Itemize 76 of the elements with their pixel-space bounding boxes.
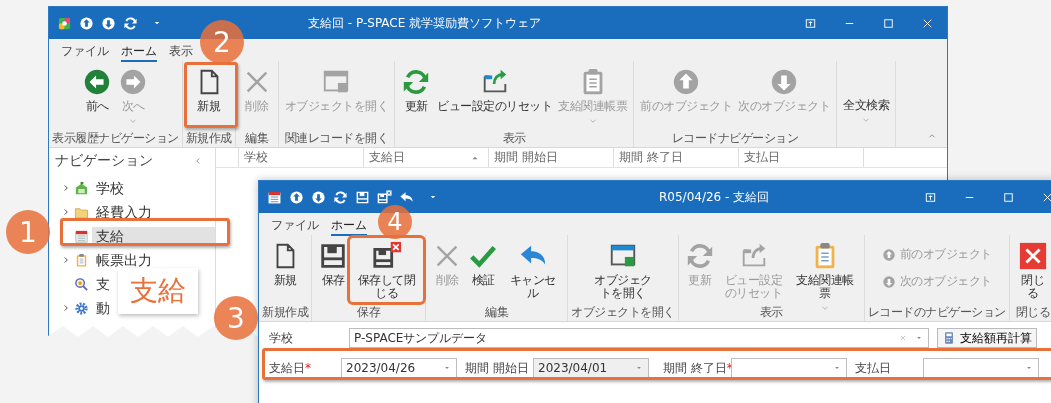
refresh-icon [401, 67, 431, 97]
window-title: R05/04/26 - 支給回 [659, 188, 770, 206]
column-title: 学校 [244, 149, 268, 166]
ribbon-button[interactable]: オブジェクトを開く [586, 239, 659, 301]
refresh-icon[interactable] [333, 189, 348, 205]
column-header[interactable]: 支払日 [739, 148, 864, 167]
step-badge: 1 [6, 210, 50, 254]
group-label: 編集 [485, 304, 509, 321]
ribbon-button[interactable]: 新規 [267, 239, 303, 301]
save-close-icon [371, 241, 402, 271]
ribbon-button[interactable]: 検証 [465, 239, 502, 301]
gear-icon [74, 300, 89, 316]
column-header[interactable]: 支給日 [364, 148, 489, 167]
ribbon-button[interactable]: 保存して閉じる [351, 239, 423, 301]
save-close-icon[interactable] [377, 189, 392, 205]
ribbon-button[interactable]: キャンセル [501, 239, 565, 301]
close-icon [1017, 241, 1048, 271]
group-label: 表示 [502, 130, 526, 147]
magnifier-coin-icon [74, 276, 89, 292]
column-header[interactable]: 期間 終了日 [614, 148, 739, 167]
column-header[interactable]: 期間 開始日 [489, 148, 614, 167]
column-title: 期間 終了日 [619, 149, 683, 166]
field-label: 支給日* [269, 359, 312, 377]
group-label: 閉じる [1015, 304, 1051, 321]
refresh-icon[interactable] [123, 15, 138, 31]
ribbon-tab[interactable]: 表示 [169, 43, 193, 60]
ribbon-button[interactable]: 前へ [79, 65, 116, 127]
ribbon-tab[interactable]: ファイル [271, 217, 319, 234]
column-title: 期間 開始日 [494, 149, 558, 166]
field-label: 期間 開始日 [464, 359, 530, 377]
column-header[interactable]: 学校 [239, 148, 364, 167]
navigation-item[interactable]: 支 [92, 275, 114, 293]
calculator-icon [942, 331, 956, 345]
group-label: レコードナビゲーション [671, 130, 799, 147]
column-title: 支給日 [369, 149, 405, 166]
ribbon-button[interactable]: ビュー設定のリセット [434, 65, 555, 127]
field-label: 支払日 [854, 359, 892, 377]
group-label: オブジェクトを開く [571, 304, 675, 321]
calendar-icon [74, 228, 89, 244]
navigation-item[interactable]: 学校 [92, 179, 128, 197]
navigation-item[interactable]: 動 [92, 299, 114, 317]
group-label: 新規作成 [262, 304, 308, 321]
ribbon-button[interactable]: 支給関連帳票 [789, 239, 861, 301]
ribbon-tab[interactable]: ファイル [61, 43, 109, 60]
save-icon[interactable] [355, 189, 370, 205]
ribbon-button[interactable]: 新規 [190, 65, 227, 127]
group-label: 編集 [245, 130, 268, 147]
ribbon-tab[interactable]: ホーム [121, 43, 157, 62]
group-label: 表示 [759, 304, 783, 321]
date-field[interactable] [731, 358, 847, 378]
group-label: 保存 [357, 304, 381, 321]
ribbon-button[interactable]: 閉じる [1012, 239, 1051, 301]
date-field[interactable] [923, 358, 1039, 378]
app-logo-icon[interactable] [57, 15, 72, 31]
ribbon-button[interactable]: 全文検索 [840, 65, 892, 127]
group-label: レコードのナビゲーション [867, 304, 1006, 321]
calendar-icon[interactable] [267, 189, 282, 205]
group-label: 表示履歴ナビゲーション [52, 130, 179, 147]
ribbon-tab[interactable]: ホーム [331, 217, 367, 236]
recalculate-button[interactable]: 支給額再計算 [937, 328, 1037, 348]
navigation-item[interactable]: 帳票出力 [92, 251, 156, 269]
field-label: 学校 [269, 329, 294, 347]
clipboard-icon [74, 252, 89, 268]
ribbon-button[interactable]: 保存 [315, 239, 351, 301]
navigation-title: ナビゲーション [55, 152, 153, 170]
highlight-frame [184, 62, 238, 128]
ribbon-button[interactable]: 更新 [398, 65, 434, 127]
window-title: 支給回 - P-SPACE 就学奨励費ソフトウェア [308, 14, 542, 32]
group-label: 新規作成 [185, 130, 232, 147]
caption-label: 支給 [118, 268, 198, 314]
column-title: 支払日 [744, 149, 780, 166]
group-label: 関連レコードを開く [284, 130, 388, 147]
school-icon [74, 180, 89, 196]
save-icon [318, 241, 348, 271]
date-field[interactable]: 2023/04/26 [341, 358, 457, 378]
undo-arrow-icon[interactable] [399, 189, 414, 205]
